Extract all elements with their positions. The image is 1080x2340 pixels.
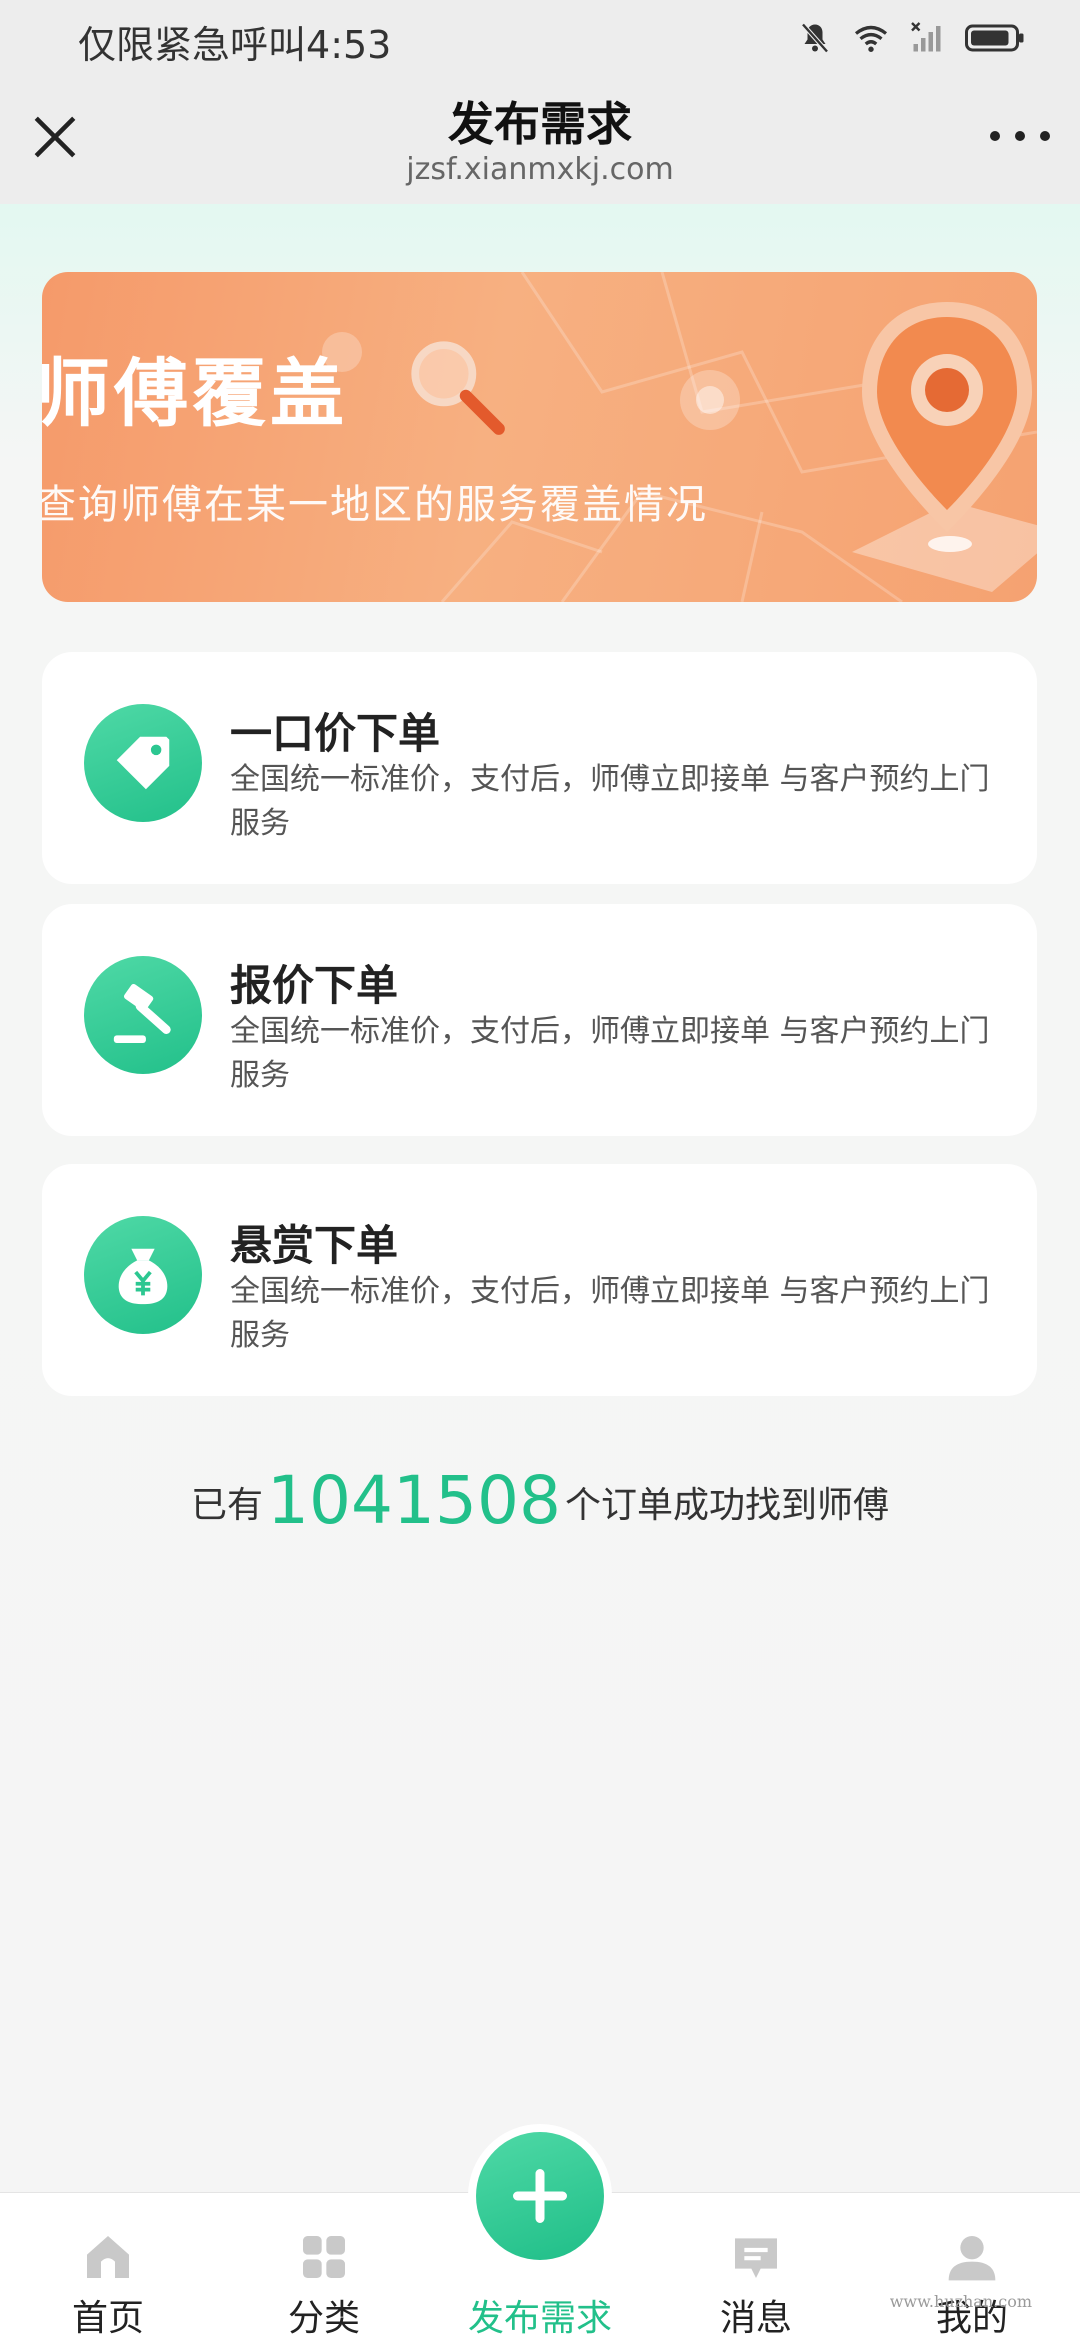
- status-icons: [796, 20, 1026, 56]
- coverage-banner[interactable]: 师傅覆盖 查询师傅在某一地区的服务覆盖情况: [42, 272, 1037, 602]
- money-bag-icon: [84, 1216, 202, 1334]
- card-description: 全国统一标准价，支付后，师傅立即接单 与客户预约上门服务: [230, 1274, 990, 1353]
- banner-subtitle: 查询师傅在某一地区的服务覆盖情况: [42, 482, 708, 528]
- order-count: 已有1041508 个订单成功找到师傅: [0, 1462, 1080, 1539]
- nav-item-home[interactable]: 首页: [0, 2193, 216, 2340]
- nav-item-messages[interactable]: 消息: [648, 2193, 864, 2340]
- order-option-reward[interactable]: 悬赏下单 全国统一标准价，支付后，师傅立即接单 与客户预约上门服务: [42, 1164, 1037, 1396]
- grid-icon: [303, 2236, 345, 2278]
- bell-muted-icon: [801, 23, 829, 53]
- nav-label: 消息: [719, 2298, 792, 2339]
- more-options-button[interactable]: [990, 124, 1050, 148]
- status-text: 仅限紧急呼叫4:53: [78, 23, 392, 67]
- battery-icon: [965, 24, 1024, 52]
- dot-icon: [1015, 131, 1025, 141]
- price-tag-icon: [84, 704, 202, 822]
- nav-item-profile[interactable]: 我的: [864, 2193, 1080, 2340]
- location-pin-icon: [852, 302, 1037, 592]
- nav-label: 分类: [287, 2298, 360, 2339]
- order-option-quote[interactable]: 报价下单 全国统一标准价，支付后，师傅立即接单 与客户预约上门服务: [42, 904, 1037, 1136]
- count-prefix: 已有: [191, 1485, 264, 1526]
- card-description: 全国统一标准价，支付后，师傅立即接单 与客户预约上门服务: [230, 1014, 990, 1093]
- publish-fab-button[interactable]: [476, 2132, 604, 2260]
- nav-label: 首页: [71, 2298, 144, 2339]
- count-number: 1041508: [267, 1462, 561, 1539]
- card-title: 一口价下单: [230, 709, 441, 758]
- nav-item-category[interactable]: 分类: [216, 2193, 432, 2340]
- order-option-fixed-price[interactable]: 一口价下单 全国统一标准价，支付后，师傅立即接单 与客户预约上门服务: [42, 652, 1037, 884]
- gavel-icon: [84, 956, 202, 1074]
- count-suffix: 个订单成功找到师傅: [564, 1485, 889, 1526]
- header: 发布需求 jzsf.xianmxkj.com: [0, 72, 1080, 204]
- nav-label: 发布需求: [467, 2298, 612, 2339]
- card-title: 报价下单: [230, 961, 399, 1010]
- user-icon: [948, 2236, 996, 2281]
- banner-title: 师傅覆盖: [42, 351, 348, 437]
- card-description: 全国统一标准价，支付后，师傅立即接单 与客户预约上门服务: [230, 762, 990, 841]
- watermark: www.huzhan.com: [889, 2292, 1032, 2311]
- plus-icon: [513, 2169, 567, 2223]
- signal-icon: [911, 22, 941, 52]
- status-bar: 仅限紧急呼叫4:53: [0, 0, 1080, 72]
- page-url: jzsf.xianmxkj.com: [406, 152, 674, 187]
- home-icon: [87, 2236, 129, 2278]
- dot-icon: [990, 131, 1000, 141]
- card-title: 悬赏下单: [230, 1221, 399, 1270]
- magnifier-icon: [411, 341, 505, 435]
- message-icon: [735, 2238, 777, 2278]
- wifi-icon: [854, 25, 888, 52]
- page-title: 发布需求: [448, 97, 632, 151]
- dot-icon: [1040, 131, 1050, 141]
